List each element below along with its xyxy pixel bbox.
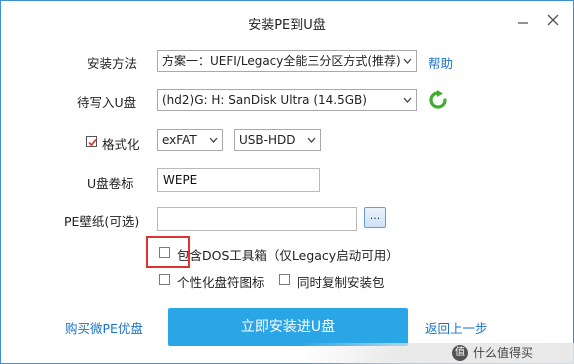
install-method-value: 方案一：UEFI/Legacy全能三分区方式(推荐) [162,54,401,68]
filesystem-value: exFAT [162,133,197,147]
install-method-select[interactable]: 方案一：UEFI/Legacy全能三分区方式(推荐) [157,50,417,72]
copy-package-label: 同时复制安装包 [297,275,385,290]
wallpaper-input[interactable] [157,207,357,231]
chevron-down-icon [403,58,412,64]
format-checkbox[interactable] [86,136,97,147]
title-bar: 安装PE到U盘 [1,1,573,43]
boot-mode-value: USB-HDD [239,133,296,147]
install-method-label: 安装方法 [87,56,138,71]
boot-mode-select[interactable]: USB-HDD [234,129,321,151]
close-icon [547,14,559,26]
chevron-down-icon [209,137,218,143]
target-drive-value: (hd2)G: H: SanDisk Ultra (14.5GB) [162,93,367,107]
installer-window: 安装PE到U盘 安装方法 方案一：UEFI/Legacy全能三分区方式(推荐) … [0,0,574,364]
custom-icon-label: 个性化盘符图标 [177,275,265,290]
wallpaper-label: PE壁纸(可选) [64,214,140,229]
volume-label-label: U盘卷标 [87,176,134,191]
close-button[interactable] [544,11,562,29]
watermark-text: 什么值得买 [473,346,534,360]
format-label: 格式化 [102,137,140,152]
chevron-down-icon [403,97,412,103]
target-drive-label: 待写入U盘 [77,95,137,110]
highlight-annotation [146,236,190,268]
volume-label-input[interactable]: WEPE [157,168,320,192]
help-link[interactable]: 帮助 [428,53,453,72]
filesystem-select[interactable]: exFAT [157,129,223,151]
minimize-icon [518,22,528,24]
browse-button[interactable]: ... [364,207,386,228]
dos-toolbox-label: 包含DOS工具箱（仅Legacy启动可用） [177,248,399,263]
buy-usb-link[interactable]: 购买微PE优盘 [65,318,143,337]
refresh-icon[interactable] [428,90,448,110]
copy-package-checkbox[interactable] [279,274,290,285]
back-link[interactable]: 返回上一步 [425,318,488,337]
chevron-down-icon [307,137,316,143]
watermark-logo-icon: 值 [452,345,468,361]
window-title: 安装PE到U盘 [248,18,326,33]
minimize-button[interactable] [514,11,532,29]
target-drive-select[interactable]: (hd2)G: H: SanDisk Ultra (14.5GB) [157,89,417,111]
install-button[interactable]: 立即安装进U盘 [168,308,408,346]
checkmark-icon [88,138,97,147]
custom-icon-checkbox[interactable] [159,274,170,285]
